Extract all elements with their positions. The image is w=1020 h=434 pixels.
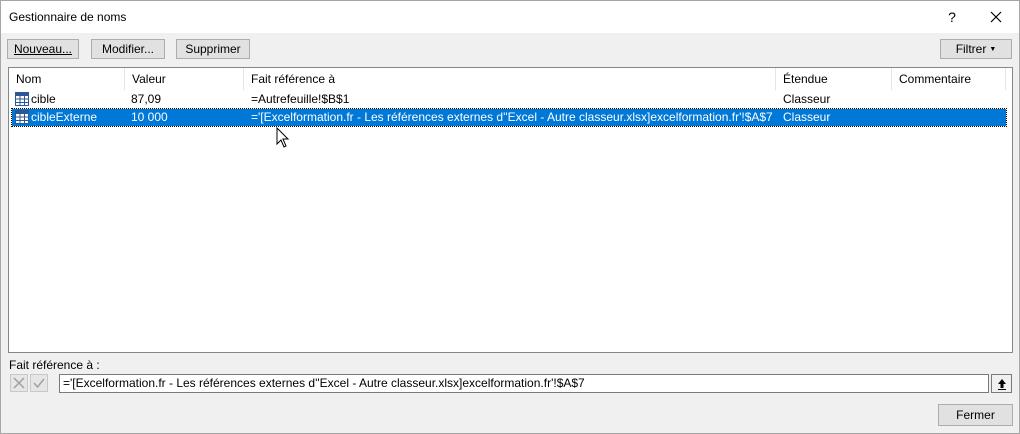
close-dialog-button-label: Fermer <box>956 408 995 422</box>
new-button-label: Nouveau... <box>13 42 73 56</box>
column-header-comment[interactable]: Commentaire <box>892 68 1006 90</box>
refers-to-input[interactable]: ='[Excelformation.fr - Les références ex… <box>59 374 989 393</box>
checkmark-icon <box>33 378 45 389</box>
chevron-down-icon: ▼ <box>989 45 997 53</box>
refers-to-label: Fait référence à : <box>9 358 100 372</box>
filter-button-label: Filtrer <box>955 42 987 56</box>
mouse-cursor-icon <box>276 127 290 148</box>
list-header: Nom Valeur Fait référence à Étendue Comm… <box>9 68 1006 90</box>
column-header-scope[interactable]: Étendue <box>776 68 892 90</box>
delete-button[interactable]: Supprimer <box>176 39 250 59</box>
collapse-arrow-icon <box>997 378 1006 390</box>
names-list[interactable]: Nom Valeur Fait référence à Étendue Comm… <box>8 67 1013 353</box>
delete-button-label: Supprimer <box>185 42 241 56</box>
cross-icon <box>13 377 25 389</box>
help-button[interactable]: ? <box>935 3 969 31</box>
name-grid-icon <box>15 110 29 124</box>
row-value: 10 000 <box>131 110 168 124</box>
edit-button-label: Modifier... <box>101 42 155 56</box>
row-value: 87,09 <box>131 92 162 106</box>
row-scope: Classeur <box>783 110 831 124</box>
column-header-name[interactable]: Nom <box>9 68 125 90</box>
row-name: cible <box>31 92 56 106</box>
row-refers-to: =Autrefeuille!$B$1 <box>251 92 350 106</box>
name-grid-icon <box>15 92 29 106</box>
filter-button[interactable]: Filtrer ▼ <box>940 39 1012 59</box>
dialog-title: Gestionnaire de noms <box>9 10 127 24</box>
list-row-selected[interactable]: cibleExterne 10 000 ='[Excelformation.fr… <box>11 108 1007 127</box>
name-manager-dialog: Gestionnaire de noms ? Nouveau... Modifi… <box>0 0 1020 434</box>
row-comment <box>899 91 1004 108</box>
collapse-dialog-button[interactable] <box>991 374 1012 393</box>
close-button[interactable] <box>979 3 1013 31</box>
column-header-refers-to[interactable]: Fait référence à <box>244 68 776 90</box>
close-icon <box>990 11 1002 23</box>
row-name: cibleExterne <box>31 110 98 124</box>
list-row[interactable]: cible 87,09 =Autrefeuille!$B$1 Classeur <box>12 91 1006 108</box>
new-button[interactable]: Nouveau... <box>7 39 79 59</box>
column-header-value[interactable]: Valeur <box>125 68 244 90</box>
close-dialog-button[interactable]: Fermer <box>938 404 1013 426</box>
confirm-edit-button[interactable] <box>30 374 48 392</box>
cancel-edit-button[interactable] <box>10 374 28 392</box>
title-bar: Gestionnaire de noms ? <box>1 1 1019 33</box>
row-comment <box>899 109 1004 126</box>
row-refers-to: ='[Excelformation.fr - Les références ex… <box>251 110 773 124</box>
edit-button[interactable]: Modifier... <box>91 39 165 59</box>
row-scope: Classeur <box>783 92 831 106</box>
